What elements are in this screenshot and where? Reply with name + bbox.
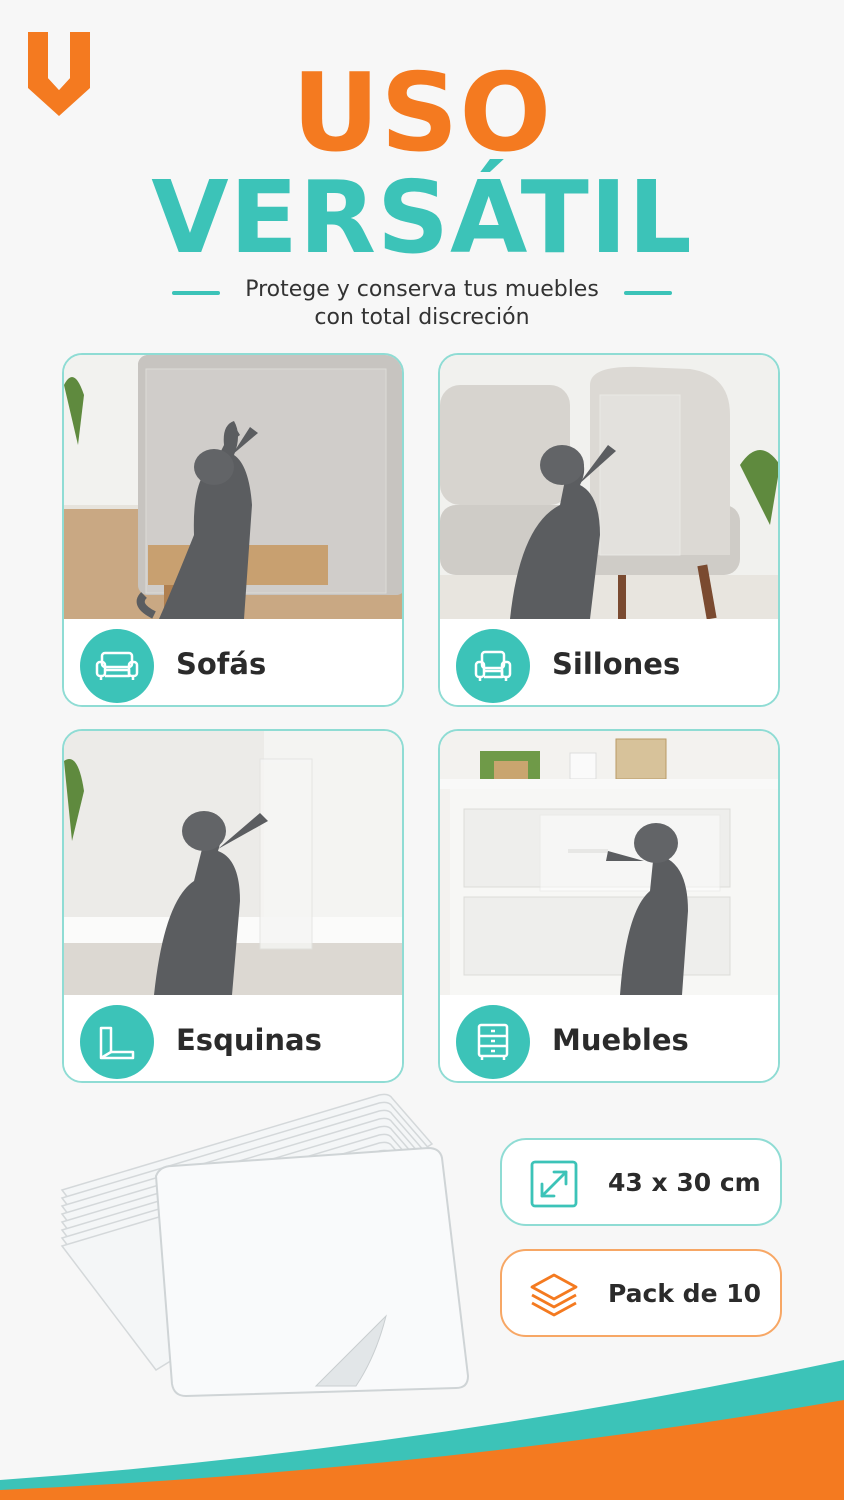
- dresser-photo: [440, 731, 778, 995]
- card-sofas: Sofás: [62, 353, 404, 707]
- card-label-sillones: Sillones: [552, 647, 681, 681]
- corner-guard-icon: [80, 1005, 154, 1079]
- resize-arrows-icon: [530, 1160, 578, 1208]
- card-muebles: Muebles: [438, 729, 780, 1083]
- subtitle-line2: con total discreción: [314, 305, 530, 330]
- spec-pack-badge: Pack de 10: [500, 1249, 782, 1337]
- bottom-wave-decoration: [0, 1360, 844, 1500]
- card-label-esquinas: Esquinas: [176, 1023, 322, 1057]
- spec-size-badge: 43 x 30 cm: [500, 1138, 782, 1226]
- layers-icon: [530, 1273, 578, 1317]
- cabinet-icon: [456, 1005, 530, 1079]
- card-sillones: Sillones: [438, 353, 780, 707]
- page-title-line1: USO: [291, 51, 553, 176]
- corner-photo: [64, 731, 402, 995]
- armchair-photo: [440, 355, 778, 619]
- card-label-sofas: Sofás: [176, 647, 267, 681]
- sofa-photo: [64, 355, 402, 619]
- card-label-muebles: Muebles: [552, 1023, 689, 1057]
- spec-pack-text: Pack de 10: [608, 1279, 762, 1308]
- card-esquinas: Esquinas: [62, 729, 404, 1083]
- subtitle-line1: Protege y conserva tus muebles: [245, 277, 599, 302]
- subtitle: Protege y conserva tus muebles con total…: [0, 276, 844, 332]
- armchair-icon: [456, 629, 530, 703]
- spec-size-text: 43 x 30 cm: [608, 1168, 761, 1197]
- page-title-line2: VERSÁTIL: [151, 159, 693, 276]
- sofa-icon: [80, 629, 154, 703]
